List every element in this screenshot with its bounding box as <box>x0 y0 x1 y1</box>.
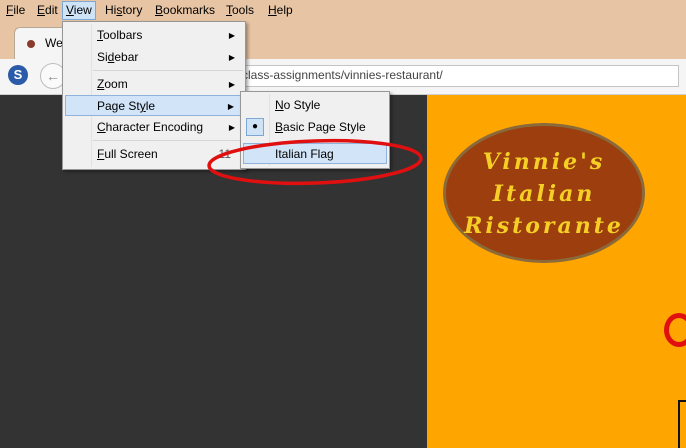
menu-help[interactable]: Help <box>265 2 296 19</box>
menu-history[interactable]: History <box>102 2 145 19</box>
annotation-ellipse <box>207 138 423 186</box>
basic-style-accel: B <box>275 120 284 134</box>
submenu-arrow-icon: ▶ <box>228 80 235 89</box>
page-content: Vinnie's Italian Ristorante <box>427 95 686 448</box>
s-logo-icon[interactable]: S <box>8 65 28 85</box>
view-menu-toolbars[interactable]: Toolbars ▶ <box>65 25 243 46</box>
restaurant-logo: Vinnie's Italian Ristorante <box>443 123 645 263</box>
menu-separator <box>93 70 243 71</box>
logo-line-3: Ristorante <box>464 213 624 239</box>
zoom-label: oom <box>104 77 128 91</box>
menu-help-accel: H <box>268 3 277 17</box>
radio-bullet-icon: ● <box>246 118 264 136</box>
menu-edit-accel: E <box>37 3 46 17</box>
view-menu-character-encoding[interactable]: Character Encoding ▶ <box>65 117 243 138</box>
char-encoding-label: haracter Encoding <box>105 120 204 134</box>
partial-red-shape <box>664 313 686 347</box>
menu-tools[interactable]: Tools <box>223 2 257 19</box>
basic-style-label: asic Page Style <box>283 120 366 134</box>
submenu-arrow-icon: ▶ <box>228 53 235 62</box>
sidebar-pre: Si <box>97 50 108 64</box>
menu-edit[interactable]: Edit <box>34 2 61 19</box>
menu-help-label: elp <box>276 3 293 17</box>
partial-box-outline <box>678 400 686 448</box>
logo-text-block: Vinnie's Italian Ristorante <box>446 126 642 242</box>
url-text: class-assignments/vinnies-restaurant/ <box>242 68 443 82</box>
menu-view[interactable]: View <box>62 1 96 20</box>
menu-bookmarks-accel: B <box>155 3 164 17</box>
page-style-basic[interactable]: ● Basic Page Style <box>243 117 387 138</box>
logo-line-2: Italian <box>492 181 596 207</box>
menu-history-pre: Hi <box>105 3 117 17</box>
menu-bookmarks-label: ookmarks <box>163 3 216 17</box>
tab-title: We <box>45 36 63 50</box>
no-style-label: o Style <box>283 98 321 112</box>
menu-bar: File Edit View History Bookmarks Tools H… <box>0 0 686 21</box>
submenu-arrow-icon: ▶ <box>228 31 235 40</box>
menu-file[interactable]: File <box>3 2 28 19</box>
menu-view-label: iew <box>73 3 92 17</box>
back-arrow-icon: ← <box>46 68 60 84</box>
view-menu-page-style[interactable]: Page Style ▶ <box>65 95 243 116</box>
page-style-label: le <box>145 99 156 113</box>
toolbars-label: oolbars <box>103 28 143 42</box>
submenu-arrow-icon: ▶ <box>228 123 235 132</box>
view-menu-sidebar[interactable]: Sidebar ▶ <box>65 47 243 68</box>
page-style-pre: Page St <box>97 99 140 113</box>
menu-file-label: ile <box>13 3 26 17</box>
full-screen-label: ull Screen <box>104 147 158 161</box>
char-encoding-accel: C <box>97 120 106 134</box>
view-menu-zoom[interactable]: Zoom ▶ <box>65 74 243 95</box>
submenu-arrow-icon: ▶ <box>227 102 234 111</box>
menu-bookmarks[interactable]: Bookmarks <box>152 2 218 19</box>
page-style-no-style[interactable]: No Style <box>243 95 387 116</box>
favicon-icon <box>27 40 35 48</box>
menu-edit-label: dit <box>45 3 58 17</box>
menu-tools-label: ools <box>232 3 255 17</box>
logo-line-1: Vinnie's <box>482 149 606 175</box>
sidebar-label: ebar <box>114 50 139 64</box>
no-style-accel: N <box>275 98 284 112</box>
menu-history-label: tory <box>122 3 143 17</box>
menu-view-accel: V <box>66 3 74 17</box>
